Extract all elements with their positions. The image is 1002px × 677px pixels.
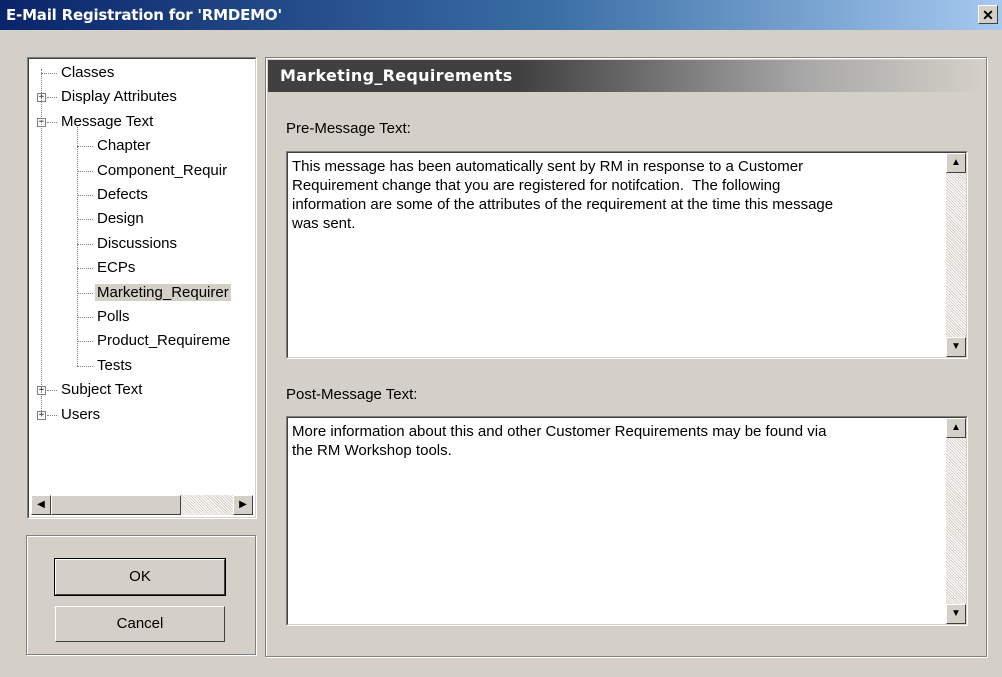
category-tree[interactable]: ◀ ▶ Classes Display Attributes + Message Te…	[27, 57, 257, 519]
scroll-right-button[interactable]: ▶	[233, 495, 253, 515]
tree-item-label: Display Attributes	[61, 88, 177, 106]
tree-item[interactable]: Subject Text	[59, 379, 144, 401]
tree-scroll-thumb[interactable]	[51, 495, 181, 515]
arrow-left-icon: ◀	[37, 499, 45, 510]
tree-item[interactable]: Chapter	[95, 135, 152, 157]
tree-item-label: Marketing_Requirer	[95, 283, 231, 301]
tree-connector	[77, 292, 93, 294]
cancel-button[interactable]: Cancel	[55, 606, 225, 642]
scroll-up-button[interactable]: ▲	[946, 418, 966, 438]
tree-connector	[77, 317, 93, 318]
post-message-textarea[interactable]: More information about this and other Cu…	[286, 416, 968, 626]
tree-connector	[77, 126, 78, 366]
tree-connector	[41, 73, 57, 74]
arrow-down-icon: ▼	[951, 608, 961, 619]
window-title: E-Mail Registration for 'RMDEMO'	[6, 6, 282, 24]
post-message-text: More information about this and other Cu…	[292, 423, 827, 459]
tree-item-label: Defects	[97, 186, 148, 203]
tree-connector	[77, 365, 93, 367]
tree-connector	[47, 414, 57, 416]
tree-item-label: Subject Text	[61, 381, 143, 399]
tree-connector	[47, 390, 57, 392]
tree-item[interactable]: Design	[95, 208, 146, 230]
tree-item-label: Design	[97, 210, 144, 228]
tree-item-label: Tests	[97, 356, 133, 374]
scroll-down-button[interactable]: ▼	[946, 337, 966, 357]
tree-connector	[77, 243, 93, 245]
close-icon: ✕	[982, 6, 994, 23]
panel-header-title: Marketing_Requirements	[280, 66, 513, 85]
pre-message-text: This message has been automatically sent…	[292, 158, 834, 232]
scroll-left-button[interactable]: ◀	[31, 495, 51, 515]
tree-connector	[41, 69, 42, 415]
action-buttons-frame: OK Cancel	[26, 535, 256, 655]
tree-connector	[77, 146, 93, 148]
tree-connector	[77, 341, 93, 343]
tree-item[interactable]: Tests	[95, 355, 134, 377]
tree-item-label: Discussions	[97, 234, 178, 252]
arrow-right-icon: ▶	[239, 499, 247, 510]
tree-item-label: Component_Requir	[97, 161, 228, 179]
tree-connector	[77, 219, 93, 221]
tree-item[interactable]: Classes	[59, 62, 116, 84]
tree-item[interactable]: Polls	[95, 306, 132, 328]
tree-item[interactable]: Message Text	[59, 111, 155, 133]
tree-item-label: Chapter	[97, 137, 151, 155]
scroll-up-button[interactable]: ▲	[946, 153, 966, 173]
tree-item-label: Product_Requireme	[97, 332, 231, 350]
tree-item-label: Polls	[97, 308, 130, 325]
tree-item[interactable]: Display Attributes	[59, 86, 179, 108]
pre-message-scrollbar[interactable]: ▲ ▼	[946, 153, 966, 357]
tree-connector	[47, 121, 57, 123]
tree-item[interactable]: Product_Requireme	[95, 330, 232, 352]
title-bar[interactable]: E-Mail Registration for 'RMDEMO' ✕	[0, 0, 1002, 30]
close-button[interactable]: ✕	[978, 5, 998, 24]
tree-connector	[77, 195, 93, 196]
pre-message-textarea[interactable]: This message has been automatically sent…	[286, 151, 968, 359]
panel-header: Marketing_Requirements	[268, 60, 984, 92]
scroll-down-button[interactable]: ▼	[946, 604, 966, 624]
pre-message-label: Pre-Message Text:	[286, 120, 411, 137]
tree-item[interactable]: Discussions	[95, 233, 179, 255]
ok-button[interactable]: OK	[54, 558, 226, 596]
post-message-scrollbar[interactable]: ▲ ▼	[946, 418, 966, 624]
tree-item-label: Users	[61, 405, 101, 423]
tree-horizontal-scrollbar[interactable]: ◀ ▶	[31, 495, 253, 515]
tree-item[interactable]: ECPs	[95, 257, 137, 279]
tree-item[interactable]: Users	[59, 404, 102, 426]
arrow-up-icon: ▲	[951, 157, 961, 168]
tree-item[interactable]: Marketing_Requirer	[95, 282, 231, 304]
arrow-up-icon: ▲	[951, 422, 961, 433]
tree-connector	[47, 97, 57, 99]
tree-item[interactable]: Defects	[95, 184, 150, 206]
tree-connector	[77, 170, 93, 172]
tree-connector	[77, 268, 93, 270]
tree-item-label: Message Text	[61, 112, 154, 130]
tree-item-label: Classes	[61, 64, 115, 81]
post-message-label: Post-Message Text:	[286, 386, 418, 403]
tree-item-label: ECPs	[97, 259, 136, 277]
tree-item[interactable]: Component_Requir	[95, 160, 229, 182]
tree-viewport: ◀ ▶ Classes Display Attributes + Message Te…	[28, 58, 256, 518]
arrow-down-icon: ▼	[951, 341, 961, 352]
